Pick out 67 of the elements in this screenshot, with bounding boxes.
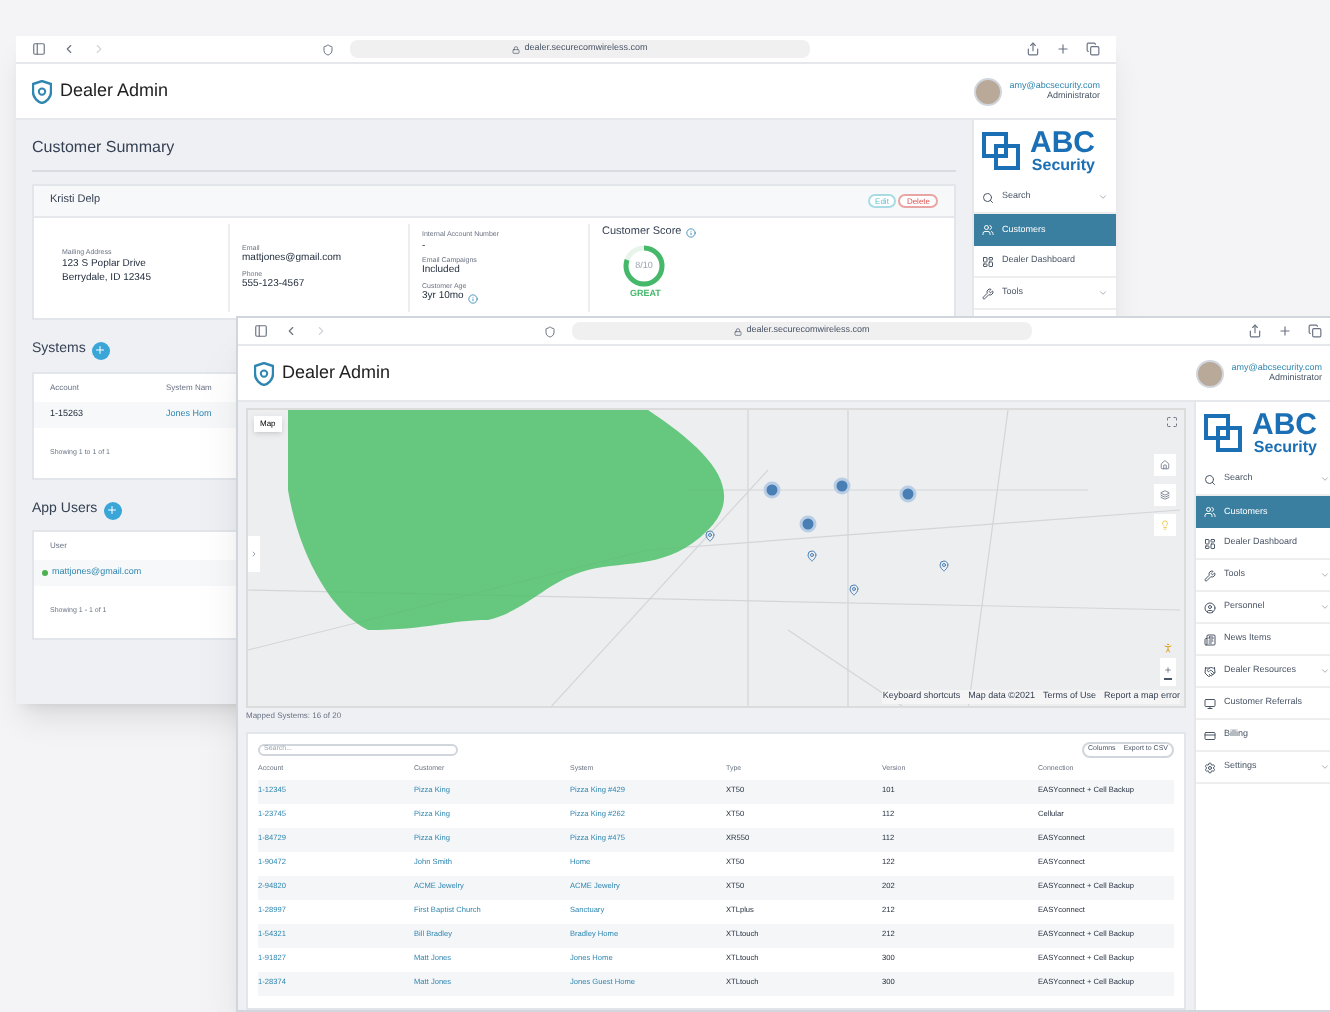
map-pin-icon[interactable] (848, 584, 860, 596)
sidebar-toggle-icon[interactable] (254, 324, 268, 338)
shield-logo-icon (32, 79, 52, 103)
sidebar-toggle-icon[interactable] (32, 42, 46, 56)
newspaper-icon (1204, 633, 1216, 645)
plus-icon (106, 504, 119, 516)
layers-icon (1160, 490, 1170, 500)
back-icon[interactable] (284, 324, 298, 338)
handshake-icon (1204, 665, 1216, 677)
person-icon (1204, 601, 1216, 613)
map-pin-icon[interactable] (938, 560, 950, 572)
squares-logo-icon (1204, 413, 1244, 453)
chevron-icon (1098, 288, 1108, 298)
add-button[interactable] (91, 341, 110, 360)
avatar (1195, 359, 1224, 387)
info-icon[interactable] (467, 293, 478, 304)
company-logo: ABC Security (974, 120, 1116, 182)
new-tab-icon[interactable] (1056, 42, 1070, 56)
company-logo: ABC Security (1196, 402, 1330, 464)
shield-icon (544, 325, 556, 337)
map-control-button[interactable] (1154, 484, 1176, 506)
search-icon (1204, 473, 1216, 485)
chevron-icon (1098, 192, 1108, 202)
plus-icon (94, 344, 107, 357)
map-cluster-icon[interactable] (899, 485, 917, 503)
monitor-icon (1204, 697, 1216, 709)
users-icon (1204, 506, 1216, 518)
street-view-icon[interactable] (1162, 642, 1174, 654)
map-control-button[interactable] (1154, 454, 1176, 476)
users-icon (982, 224, 994, 236)
share-icon[interactable] (1248, 324, 1262, 338)
map-pin-icon[interactable] (806, 550, 818, 562)
zoom-in-icon[interactable] (1164, 665, 1172, 674)
bulb-icon (1160, 520, 1170, 530)
wrench-icon (982, 287, 994, 299)
avatar (973, 77, 1002, 105)
settings-icon (1204, 761, 1216, 773)
dashboard-icon (982, 255, 994, 267)
info-icon[interactable] (685, 227, 696, 238)
dashboard-icon (1204, 537, 1216, 549)
add-button[interactable] (103, 501, 122, 519)
chevron-icon (1320, 474, 1330, 484)
chevron-icon (1320, 762, 1330, 772)
zoom-control[interactable] (1160, 658, 1176, 686)
map-cluster-icon[interactable] (833, 477, 851, 495)
side-panel-toggle[interactable] (248, 536, 260, 572)
home-icon (1160, 460, 1170, 470)
app-title: Dealer Admin (282, 359, 391, 386)
lock-icon (512, 45, 521, 53)
wrench-icon (1204, 569, 1216, 581)
squares-logo-icon (982, 131, 1022, 171)
chevron-icon (1320, 602, 1330, 612)
share-icon[interactable] (1026, 42, 1040, 56)
chevron-icon (1320, 666, 1330, 676)
map-pin-icon[interactable] (704, 530, 716, 542)
back-icon[interactable] (62, 42, 76, 56)
shield-logo-icon (254, 361, 274, 385)
new-tab-icon[interactable] (1278, 324, 1292, 338)
shield-icon (322, 43, 334, 55)
chevron-icon (1320, 570, 1330, 580)
tabs-icon[interactable] (1308, 324, 1322, 338)
search-icon (982, 191, 994, 203)
app-title: Dealer Admin (60, 77, 169, 104)
card-icon (1204, 729, 1216, 741)
lock-icon (734, 327, 743, 335)
tabs-icon[interactable] (1086, 42, 1100, 56)
page-title: Customer Summary (32, 136, 956, 172)
